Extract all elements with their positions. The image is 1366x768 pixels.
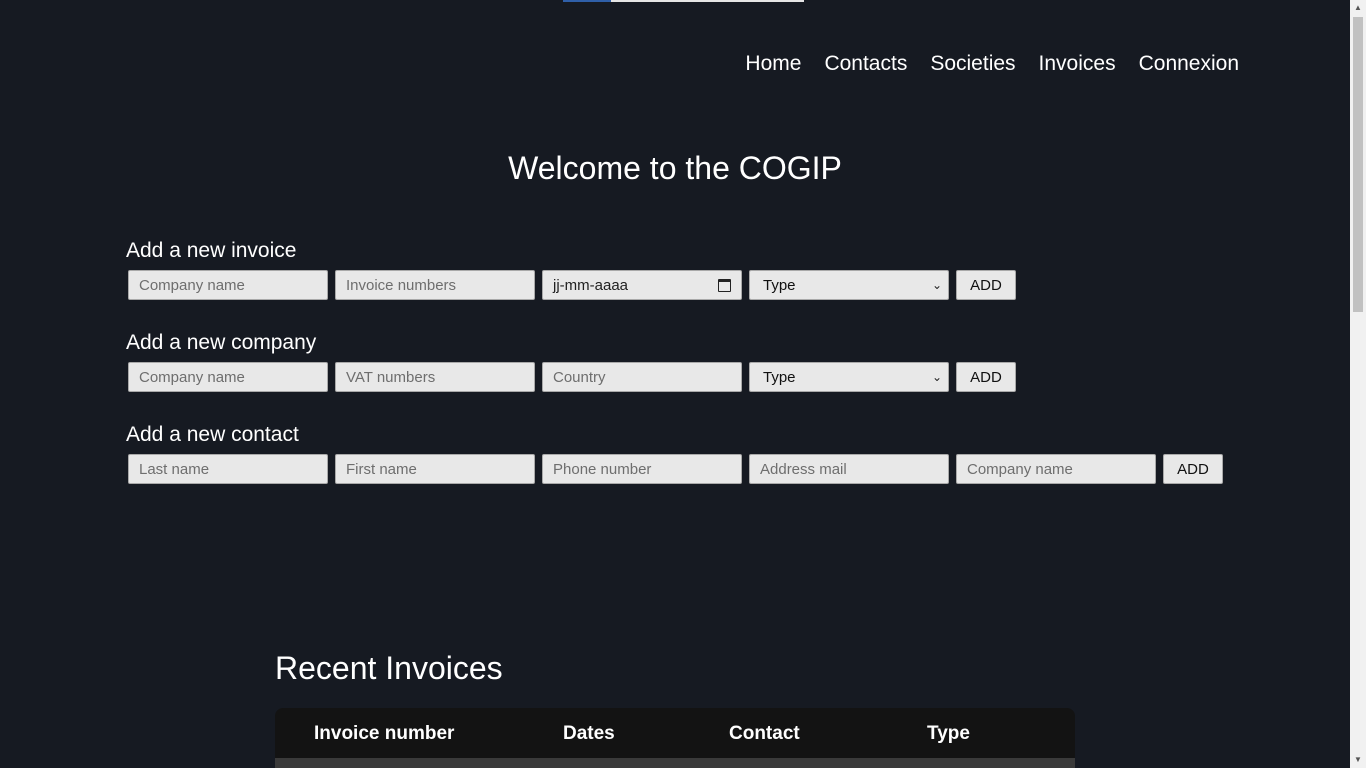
company-add-button[interactable]: ADD <box>956 362 1016 392</box>
contact-firstname-placeholder: First name <box>346 460 417 478</box>
column-header-invoice-number: Invoice number <box>314 723 455 744</box>
company-form-row: Company name VAT numbers Country Type ⌄ … <box>126 362 1016 392</box>
invoice-company-input[interactable]: Company name <box>128 270 328 300</box>
top-progress-bar <box>563 0 804 2</box>
invoice-type-value: Type <box>763 276 796 294</box>
page: Home Contacts Societies Invoices Connexi… <box>0 0 1350 768</box>
company-form: Add a new company Company name VAT numbe… <box>126 330 1016 392</box>
column-header-dates: Dates <box>563 723 615 744</box>
invoice-type-select[interactable]: Type ⌄ <box>749 270 949 300</box>
invoice-number-input[interactable]: Invoice numbers <box>335 270 535 300</box>
contact-mail-placeholder: Address mail <box>760 460 847 478</box>
chevron-down-icon: ⌄ <box>931 278 942 292</box>
nav-connexion-link[interactable]: Connexion <box>1139 50 1239 78</box>
invoice-date-placeholder: jj-mm-aaaa <box>553 276 629 294</box>
invoice-add-button[interactable]: ADD <box>956 270 1016 300</box>
invoice-company-placeholder: Company name <box>139 276 245 294</box>
company-country-placeholder: Country <box>553 368 606 386</box>
contact-form-heading: Add a new contact <box>126 423 299 446</box>
company-form-heading: Add a new company <box>126 331 317 354</box>
contact-company-placeholder: Company name <box>967 460 1073 478</box>
chevron-down-icon: ⌄ <box>931 370 942 384</box>
invoice-form: Add a new invoice Company name Invoice n… <box>126 238 1016 300</box>
main-nav: Home Contacts Societies Invoices Connexi… <box>745 50 1239 78</box>
contact-firstname-input[interactable]: First name <box>335 454 535 484</box>
column-header-contact: Contact <box>729 723 800 744</box>
scrollbar-thumb[interactable] <box>1353 17 1363 312</box>
column-header-type: Type <box>927 723 970 744</box>
contact-add-button[interactable]: ADD <box>1163 454 1223 484</box>
calendar-icon[interactable] <box>718 278 731 292</box>
company-country-input[interactable]: Country <box>542 362 742 392</box>
contact-lastname-input[interactable]: Last name <box>128 454 328 484</box>
invoice-number-placeholder: Invoice numbers <box>346 276 457 294</box>
nav-societies-link[interactable]: Societies <box>930 50 1015 78</box>
invoice-form-heading: Add a new invoice <box>126 239 297 262</box>
contact-phone-input[interactable]: Phone number <box>542 454 742 484</box>
nav-home-link[interactable]: Home <box>745 50 801 78</box>
company-vat-placeholder: VAT numbers <box>346 368 436 386</box>
company-vat-input[interactable]: VAT numbers <box>335 362 535 392</box>
recent-invoices-table: Invoice number Dates Contact Type <box>275 708 1075 768</box>
table-row <box>275 758 1075 768</box>
contact-lastname-placeholder: Last name <box>139 460 210 478</box>
contact-mail-input[interactable]: Address mail <box>749 454 949 484</box>
scroll-down-arrow-icon[interactable]: ▼ <box>1350 752 1366 768</box>
contact-form-row: Last name First name Phone number Addres… <box>126 454 1223 484</box>
invoice-date-input[interactable]: jj-mm-aaaa <box>542 270 742 300</box>
table-header-row: Invoice number Dates Contact Type <box>275 708 1075 758</box>
vertical-scrollbar[interactable]: ▲ ▼ <box>1350 0 1366 768</box>
contact-phone-placeholder: Phone number <box>553 460 652 478</box>
nav-invoices-link[interactable]: Invoices <box>1039 50 1116 78</box>
company-name-placeholder: Company name <box>139 368 245 386</box>
progress-fill <box>563 0 612 2</box>
scroll-up-arrow-icon[interactable]: ▲ <box>1350 0 1366 16</box>
company-type-select[interactable]: Type ⌄ <box>749 362 949 392</box>
company-name-input[interactable]: Company name <box>128 362 328 392</box>
recent-invoices-title: Recent Invoices <box>275 650 503 686</box>
company-type-value: Type <box>763 368 796 386</box>
contact-company-input[interactable]: Company name <box>956 454 1156 484</box>
invoice-form-row: Company name Invoice numbers jj-mm-aaaa … <box>126 270 1016 300</box>
contact-form: Add a new contact Last name First name P… <box>126 422 1223 484</box>
nav-contacts-link[interactable]: Contacts <box>824 50 907 78</box>
page-title: Welcome to the COGIP <box>508 150 842 186</box>
